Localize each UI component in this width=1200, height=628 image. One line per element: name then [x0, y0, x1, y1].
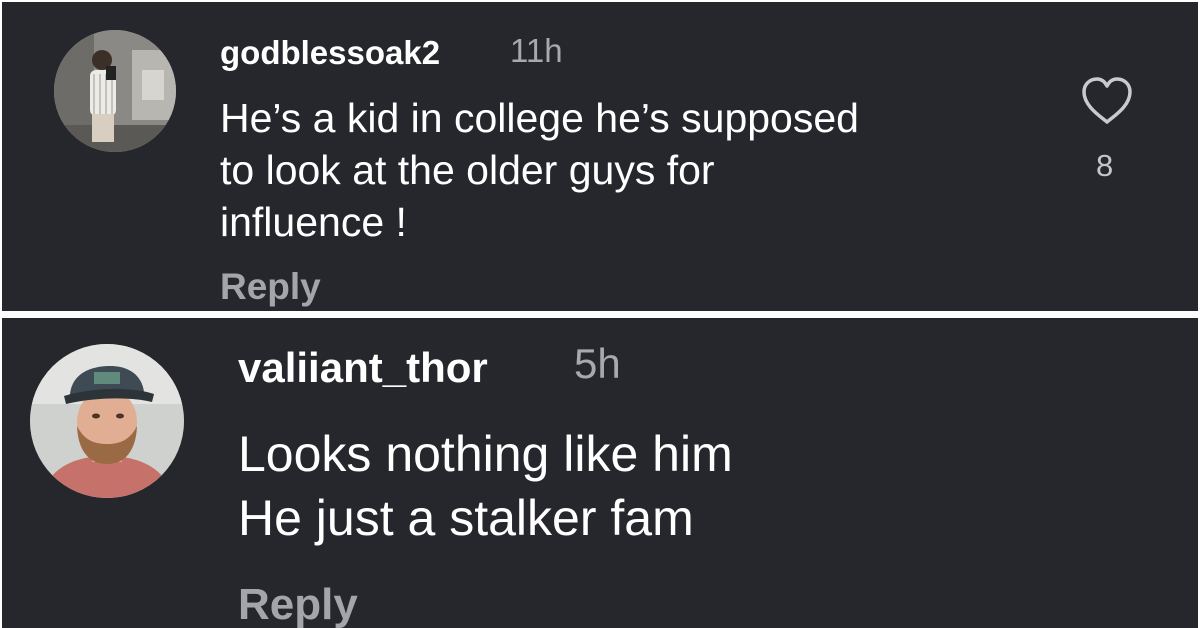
- comment-text-line: Looks nothing like him: [238, 426, 733, 482]
- avatar[interactable]: [54, 30, 176, 152]
- reply-button[interactable]: Reply: [220, 266, 321, 308]
- username[interactable]: godblessoak2: [220, 34, 440, 72]
- timestamp: 5h: [574, 340, 621, 387]
- profile-photo-icon: [30, 344, 184, 498]
- like-button[interactable]: [1080, 76, 1134, 126]
- profile-photo-icon: [54, 30, 176, 152]
- comment-text-line: to look at the older guys for: [220, 147, 715, 193]
- reply-button[interactable]: Reply: [238, 580, 358, 628]
- avatar[interactable]: [30, 344, 184, 498]
- username[interactable]: valiiant_thor: [238, 344, 488, 392]
- like-count: 8: [1096, 148, 1114, 183]
- timestamp: 11h: [510, 32, 563, 69]
- comment-item-valiiant-thor: valiiant_thor 5h Looks nothing like him …: [2, 318, 1198, 628]
- comment-text-line: influence !: [220, 199, 407, 245]
- comment-text-line: He just a stalker fam: [238, 490, 694, 546]
- comment-text-line: He’s a kid in college he’s supposed: [220, 95, 859, 141]
- heart-icon: [1082, 77, 1132, 124]
- comment-item-godblessoak2: godblessoak2 11h He’s a kid in college h…: [2, 2, 1198, 311]
